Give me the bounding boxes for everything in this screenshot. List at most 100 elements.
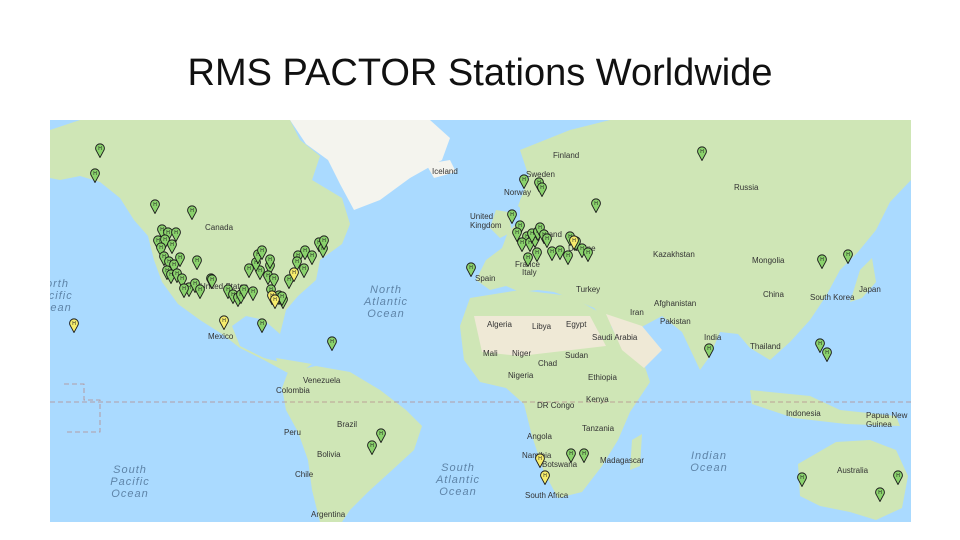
station-pin-green[interactable]: H [843,249,853,264]
label-russia: Russia [734,183,759,192]
label-japan: Japan [859,285,881,294]
label-egypt: Egypt [566,320,587,329]
station-pin-green[interactable]: H [563,250,573,265]
pin-letter: H [198,287,202,293]
pin-letter: H [178,255,182,261]
label-south-korea: South Korea [810,293,855,302]
label-venezuela: Venezuela [303,376,341,385]
label-indian-ocean: Indian Ocean [690,450,728,474]
label-iceland: Iceland [432,167,458,176]
pin-letter: H [242,287,246,293]
station-pin-green[interactable]: H [875,487,885,502]
label-south-pacific-ocean: South Pacific Ocean [110,464,150,500]
label-mongolia: Mongolia [752,256,785,265]
station-pin-green[interactable]: H [257,318,267,333]
station-pin-green[interactable]: H [90,168,100,183]
pin-letter: H [93,171,97,177]
station-pin-green[interactable]: H [797,472,807,487]
station-pin-yellow[interactable]: H [569,235,579,250]
world-map[interactable]: Finland Sweden Iceland Norway Russia Can… [50,120,911,522]
station-pin-green[interactable]: H [704,343,714,358]
station-pin-green[interactable]: H [822,347,832,362]
label-bolivia: Bolivia [317,450,341,459]
station-pin-green[interactable]: H [532,247,542,262]
station-pin-green[interactable]: H [187,205,197,220]
label-papua-new-guinea: Papua New Guinea [866,411,908,429]
label-saudi-arabia: Saudi Arabia [592,333,638,342]
label-kazakhstan: Kazakhstan [653,250,695,259]
pin-letter: H [72,321,76,327]
label-peru: Peru [284,428,301,437]
label-mali: Mali [483,349,498,358]
label-canada: Canada [205,223,234,232]
slide-title: RMS PACTOR Stations Worldwide [187,52,773,94]
pin-letter: H [251,289,255,295]
station-pin-green[interactable]: H [95,143,105,158]
label-north-atlantic-ocean: North Atlantic Ocean [363,284,409,320]
label-finland: Finland [553,151,580,160]
pin-letter: H [268,257,272,263]
station-pin-green[interactable]: H [179,283,189,298]
station-pin-yellow[interactable]: H [219,315,229,330]
station-pin-yellow[interactable]: H [540,470,550,485]
station-pin-green[interactable]: H [376,428,386,443]
station-pin-green[interactable]: H [537,182,547,197]
pin-letter: H [700,149,704,155]
station-pin-green[interactable]: H [519,174,529,189]
pin-letter: H [566,253,570,259]
label-turkey: Turkey [576,285,601,294]
label-ethiopia: Ethiopia [588,373,617,382]
pin-letter: H [558,248,562,254]
station-pin-yellow[interactable]: H [69,318,79,333]
station-pin-green[interactable]: H [817,254,827,269]
station-pin-green[interactable]: H [195,284,205,299]
label-colombia: Colombia [276,386,310,395]
pin-letter: H [174,230,178,236]
station-pin-green[interactable]: H [207,274,217,289]
label-niger: Niger [512,349,532,358]
label-chad: Chad [538,359,558,368]
station-pin-yellow[interactable]: H [289,267,299,282]
station-pin-green[interactable]: H [319,235,329,250]
station-pin-green[interactable]: H [566,448,576,463]
pin-letter: H [292,270,296,276]
pin-letter: H [370,443,374,449]
pin-letter: H [190,208,194,214]
pin-letter: H [302,266,306,272]
station-pin-green[interactable]: H [265,254,275,269]
pin-letter: H [846,252,850,258]
station-pin-green[interactable]: H [367,440,377,455]
label-angola: Angola [527,432,552,441]
label-south-atlantic-ocean: South Atlantic Ocean [435,462,481,498]
station-pin-green[interactable]: H [327,336,337,351]
station-pin-green[interactable]: H [697,146,707,161]
label-spain: Spain [475,274,496,283]
station-pin-green[interactable]: H [466,262,476,277]
station-pin-green[interactable]: H [579,448,589,463]
label-afghanistan: Afghanistan [654,299,697,308]
pin-letter: H [515,230,519,236]
label-mexico: Mexico [208,332,234,341]
date-line [64,383,101,433]
station-pin-green[interactable]: H [248,286,258,301]
station-pin-yellow[interactable]: H [535,453,545,468]
label-tanzania: Tanzania [582,424,615,433]
pin-letter: H [878,490,882,496]
pin-letter: H [260,248,264,254]
pin-letter: H [330,339,334,345]
station-pin-green[interactable]: H [150,199,160,214]
pin-letter: H [582,451,586,457]
station-pin-green[interactable]: H [175,252,185,267]
station-pin-green[interactable]: H [591,198,601,213]
pin-letter: H [545,236,549,242]
pin-letter: H [222,318,226,324]
pin-letter: H [550,249,554,255]
pin-letter: H [572,238,576,244]
station-pin-green[interactable]: H [192,255,202,270]
station-pin-green[interactable]: H [583,247,593,262]
label-pakistan: Pakistan [660,317,691,326]
station-pin-green[interactable]: H [299,263,309,278]
station-pin-green[interactable]: H [893,470,903,485]
station-pin-yellow[interactable]: H [270,294,280,309]
pin-letter: H [896,473,900,479]
